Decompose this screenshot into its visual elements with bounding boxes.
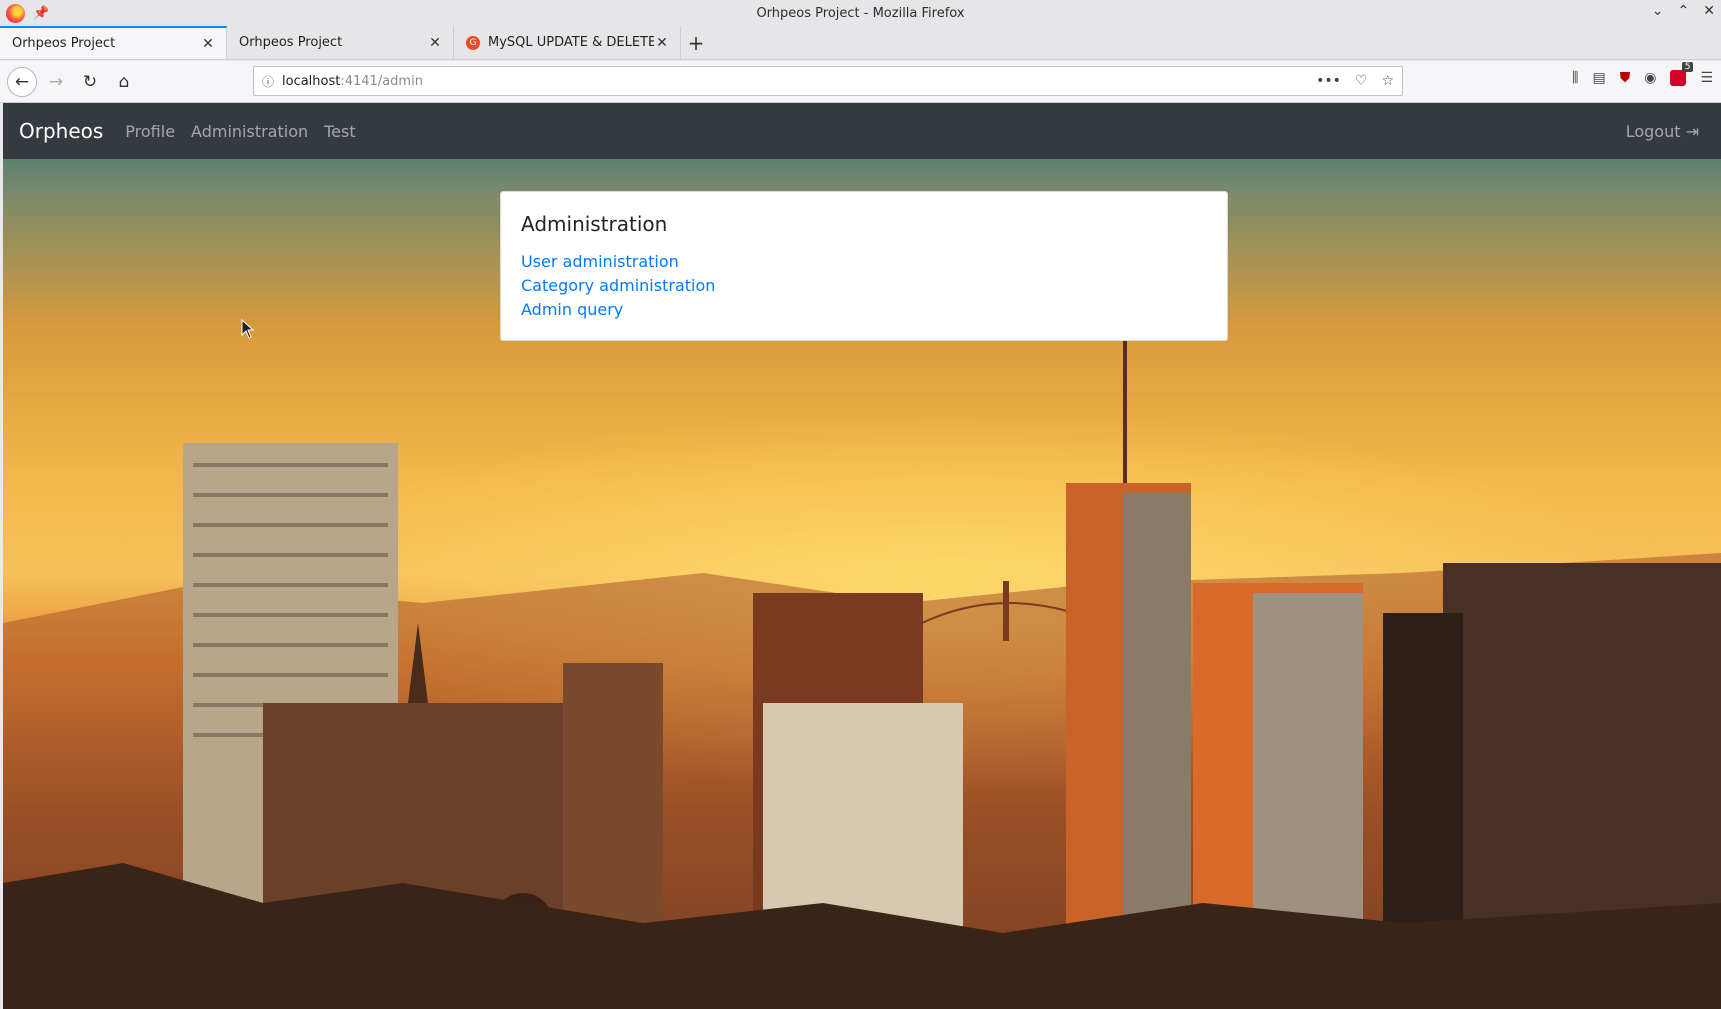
nav-toolbar: ← → ↻ ⌂ ⓘ localhost:4141/admin ••• ♡ ☆ ⫼… xyxy=(0,61,1721,103)
menu-icon[interactable]: ☰ xyxy=(1700,70,1713,86)
tab-label: Orhpeos Project xyxy=(12,36,116,51)
extension-badge-count: 5 xyxy=(1681,62,1694,72)
card-title: Administration xyxy=(521,212,668,236)
reload-button[interactable]: ↻ xyxy=(75,67,105,97)
pocket-icon[interactable]: ♡ xyxy=(1355,73,1368,89)
url-bar[interactable]: ⓘ localhost:4141/admin ••• ♡ ☆ xyxy=(253,66,1403,96)
firefox-logo-icon xyxy=(6,4,25,23)
forward-button[interactable]: → xyxy=(41,67,71,97)
tab-orpheos-1[interactable]: Orhpeos Project ✕ xyxy=(0,26,227,59)
logout-icon: ⇥ xyxy=(1685,121,1699,141)
tab-strip: Orhpeos Project ✕ Orhpeos Project ✕ G My… xyxy=(0,26,1721,60)
tab-close-icon[interactable]: ✕ xyxy=(200,36,216,52)
nav-link-profile[interactable]: Profile xyxy=(125,122,175,141)
app-navbar: Orpheos Profile Administration Test Logo… xyxy=(3,103,1721,159)
nav-link-administration[interactable]: Administration xyxy=(191,122,308,141)
library-icon[interactable]: ⫼ xyxy=(1572,70,1578,86)
maximize-icon[interactable]: ⌃ xyxy=(1678,3,1690,19)
home-button[interactable]: ⌂ xyxy=(109,67,139,97)
admin-query-link[interactable]: Admin query xyxy=(521,298,1207,322)
tab-orpheos-2[interactable]: Orhpeos Project ✕ xyxy=(227,26,454,59)
site-favicon-icon: G xyxy=(466,35,480,50)
nav-link-test[interactable]: Test xyxy=(324,122,356,141)
logout-label: Logout xyxy=(1625,121,1681,141)
sidebar-icon[interactable]: ▤ xyxy=(1592,70,1605,86)
logout-link[interactable]: Logout ⇥ xyxy=(1626,122,1699,141)
url-path: :4141/admin xyxy=(340,73,423,89)
new-tab-button[interactable]: + xyxy=(681,26,711,59)
mouse-cursor-icon xyxy=(241,319,255,339)
page-actions-icon[interactable]: ••• xyxy=(1316,73,1341,89)
pin-icon[interactable]: 📌 xyxy=(33,6,49,21)
window-title: Orhpeos Project - Mozilla Firefox xyxy=(756,6,965,21)
user-administration-link[interactable]: User administration xyxy=(521,250,1207,274)
administration-card: Administration User administration Categ… xyxy=(500,191,1228,341)
window-titlebar: 📌 Orhpeos Project - Mozilla Firefox ⌄ ⌃ … xyxy=(0,0,1721,27)
site-info-icon[interactable]: ⓘ xyxy=(254,73,282,90)
back-button[interactable]: ← xyxy=(7,66,37,97)
tab-label: Orhpeos Project xyxy=(239,35,343,50)
ublock-icon[interactable]: ⛊ xyxy=(1620,70,1631,86)
bookmark-star-icon[interactable]: ☆ xyxy=(1381,73,1394,89)
brand-link[interactable]: Orpheos xyxy=(19,119,103,143)
extension-icon[interactable]: 5 xyxy=(1670,62,1694,86)
close-window-icon[interactable]: ✕ xyxy=(1703,3,1715,19)
page-viewport: Orpheos Profile Administration Test Logo… xyxy=(3,103,1721,1009)
tab-label: MySQL UPDATE & DELETE xyxy=(488,35,654,50)
url-host: localhost xyxy=(282,73,341,89)
category-administration-link[interactable]: Category administration xyxy=(521,274,1207,298)
tab-close-icon[interactable]: ✕ xyxy=(427,35,443,51)
sync-icon[interactable]: ◉ xyxy=(1644,70,1656,86)
minimize-icon[interactable]: ⌄ xyxy=(1652,3,1664,19)
tab-mysql[interactable]: G MySQL UPDATE & DELETE ✕ xyxy=(454,26,681,59)
tab-close-icon[interactable]: ✕ xyxy=(654,35,670,51)
